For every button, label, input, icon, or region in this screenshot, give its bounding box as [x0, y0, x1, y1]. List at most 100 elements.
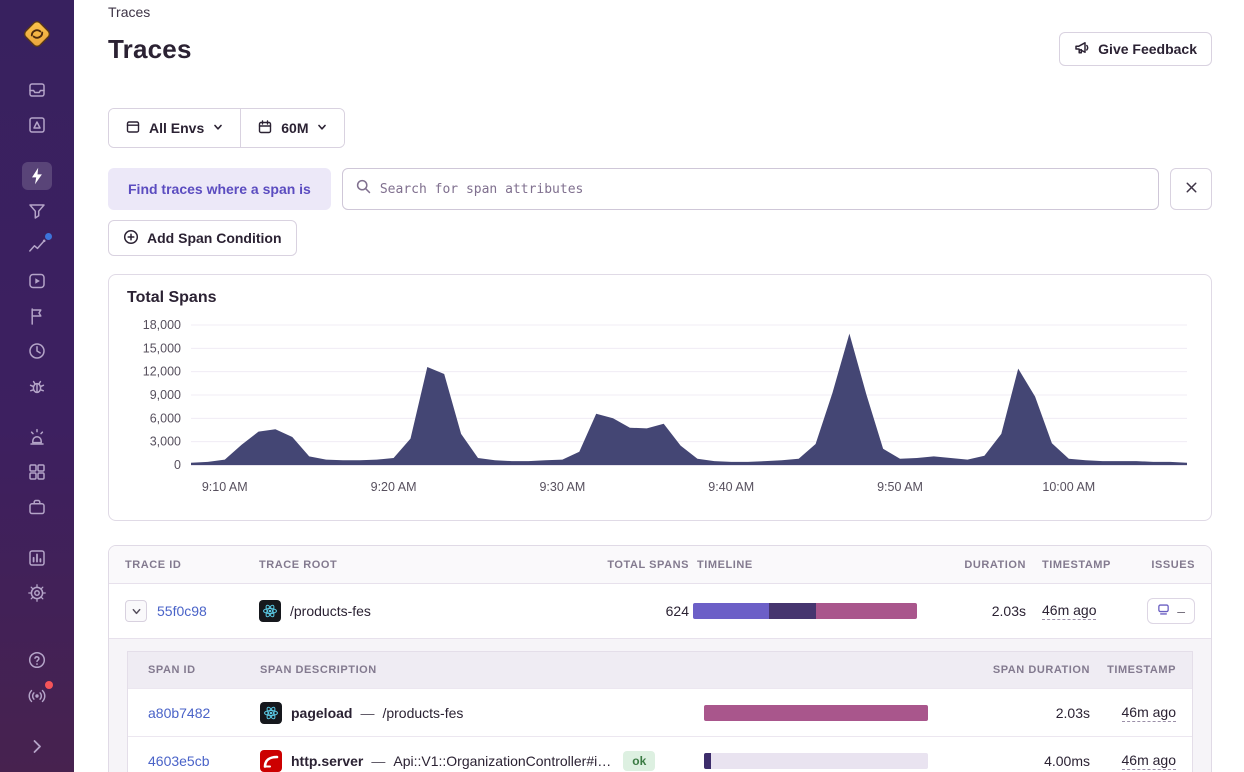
- releases-clock-icon[interactable]: [22, 337, 52, 365]
- crons-bug-icon[interactable]: [22, 372, 52, 400]
- trace-root-label: /products-fes: [290, 603, 371, 619]
- span-description: /products-fes: [382, 704, 464, 721]
- chart-title: Total Spans: [127, 289, 217, 306]
- chevron-down-icon: [316, 120, 328, 136]
- notification-dot: [45, 233, 52, 240]
- col-trace-id: TRACE ID: [125, 558, 182, 571]
- span-search-row: Find traces where a span is: [108, 168, 1212, 210]
- span-table-header: SPAN ID SPAN DESCRIPTION SPAN DURATION T…: [128, 652, 1192, 688]
- svg-text:9:20 AM: 9:20 AM: [371, 480, 417, 494]
- circle-plus-icon: [123, 229, 139, 248]
- main-content: Traces Traces Give Feedback All Envs 60M…: [74, 0, 1244, 772]
- sentry-logo[interactable]: [15, 12, 59, 56]
- separator: —: [371, 752, 386, 769]
- total-spans-panel: Total Spans 0 3,000 6,000 9,000 12,000 15,000…: [108, 274, 1212, 521]
- col-span-duration: SPAN DURATION: [992, 664, 1090, 676]
- issues-mini-icon: [1157, 603, 1170, 619]
- col-span-timestamp: TIMESTAMP: [1107, 664, 1176, 676]
- col-span-id: SPAN ID: [148, 664, 196, 676]
- collapse-chevron-icon[interactable]: [22, 732, 52, 760]
- svg-text:9:30 AM: 9:30 AM: [539, 480, 585, 494]
- time-range-filter[interactable]: 60M: [240, 109, 345, 147]
- svg-text:9:10 AM: 9:10 AM: [202, 480, 248, 494]
- svg-text:9:40 AM: 9:40 AM: [708, 480, 754, 494]
- span-id-link[interactable]: 4603e5cb: [148, 753, 210, 769]
- svg-text:10:00 AM: 10:00 AM: [1042, 480, 1095, 494]
- span-op: pageload: [291, 704, 353, 721]
- funnel-icon[interactable]: [22, 197, 52, 225]
- trace-timeline-bar: [693, 603, 917, 619]
- traces-table: TRACE ID TRACE ROOT TOTAL SPANS TIMELINE…: [108, 545, 1212, 772]
- calendar-icon: [257, 119, 273, 138]
- megaphone-icon: [1074, 40, 1090, 59]
- expand-trace-button[interactable]: [125, 600, 147, 622]
- status-badge: ok: [623, 750, 656, 771]
- help-icon[interactable]: [22, 646, 52, 674]
- span-timestamp: 46m ago: [1121, 751, 1176, 770]
- span-timeline-bar: [704, 704, 928, 721]
- span-timeline-bar: [704, 752, 928, 769]
- expanded-trace-panel: SPAN ID SPAN DESCRIPTION SPAN DURATION T…: [109, 638, 1211, 772]
- svg-text:18,000: 18,000: [143, 318, 181, 332]
- col-timeline: TIMELINE: [697, 558, 753, 571]
- svg-text:6,000: 6,000: [150, 411, 181, 425]
- col-issues: ISSUES: [1151, 558, 1195, 571]
- col-trace-root: TRACE ROOT: [259, 558, 338, 571]
- give-feedback-label: Give Feedback: [1098, 41, 1197, 57]
- trace-timestamp: 46m ago: [1042, 602, 1097, 620]
- notification-dot: [45, 681, 53, 689]
- close-icon: [1183, 179, 1200, 199]
- span-row: 4603e5cb http.server — Api::V1::Organiza…: [128, 736, 1192, 772]
- span-search-input[interactable]: [379, 169, 1146, 209]
- traces-table-header: TRACE ID TRACE ROOT TOTAL SPANS TIMELINE…: [109, 546, 1211, 584]
- col-total-spans: TOTAL SPANS: [607, 558, 689, 571]
- environment-icon: [125, 119, 141, 138]
- svg-text:9,000: 9,000: [150, 388, 181, 402]
- feature-flag-icon[interactable]: [22, 302, 52, 330]
- traces-icon[interactable]: [22, 162, 52, 190]
- span-row: a80b7482 pageload — /products-fes 2.03s …: [128, 688, 1192, 736]
- alerts-siren-icon[interactable]: [22, 423, 52, 451]
- total-spans-value: 624: [665, 603, 689, 619]
- span-description: Api::V1::OrganizationController#i…: [393, 752, 612, 769]
- span-timestamp: 46m ago: [1121, 703, 1176, 722]
- metrics-chart-icon[interactable]: [22, 232, 52, 260]
- give-feedback-button[interactable]: Give Feedback: [1059, 32, 1212, 66]
- issues-count: –: [1177, 603, 1185, 619]
- svg-text:12,000: 12,000: [143, 365, 181, 379]
- rails-project-icon: [260, 749, 282, 772]
- projects-briefcase-icon[interactable]: [22, 493, 52, 521]
- col-duration: DURATION: [964, 558, 1026, 571]
- stats-icon[interactable]: [22, 544, 52, 572]
- span-op: http.server: [291, 752, 364, 769]
- svg-text:0: 0: [174, 458, 181, 472]
- span-search-box[interactable]: [341, 168, 1159, 210]
- span-duration: 2.03s: [1055, 704, 1090, 721]
- issues-icon[interactable]: [22, 76, 52, 104]
- react-project-icon: [260, 701, 282, 724]
- svg-text:9:50 AM: 9:50 AM: [877, 480, 923, 494]
- span-duration: 4.00ms: [1044, 752, 1090, 769]
- environment-filter[interactable]: All Envs: [109, 109, 241, 147]
- issues-badge[interactable]: –: [1147, 598, 1195, 624]
- chevron-down-icon: [212, 120, 224, 136]
- span-id-link[interactable]: a80b7482: [148, 705, 210, 721]
- sidebar-bottom: [22, 646, 53, 760]
- trace-id-link[interactable]: 55f0c98: [157, 603, 207, 619]
- breadcrumb[interactable]: Traces: [108, 4, 1212, 20]
- replays-icon[interactable]: [22, 267, 52, 295]
- whats-new-broadcast-icon[interactable]: [22, 681, 53, 709]
- add-span-condition-button[interactable]: Add Span Condition: [108, 220, 297, 256]
- settings-gear-icon[interactable]: [22, 579, 52, 607]
- search-icon: [355, 178, 372, 200]
- find-traces-chip: Find traces where a span is: [108, 168, 331, 210]
- col-timestamp: TIMESTAMP: [1042, 558, 1111, 571]
- separator: —: [360, 704, 375, 721]
- total-spans-area-chart: 0 3,000 6,000 9,000 12,000 15,000 18,000 9:10 A…: [143, 318, 1187, 494]
- explore-icon[interactable]: [22, 111, 52, 139]
- dashboards-grid-icon[interactable]: [22, 458, 52, 486]
- sidebar: [0, 0, 74, 772]
- page-title: Traces: [108, 33, 192, 64]
- clear-search-button[interactable]: [1170, 168, 1212, 210]
- environment-label: All Envs: [149, 120, 205, 136]
